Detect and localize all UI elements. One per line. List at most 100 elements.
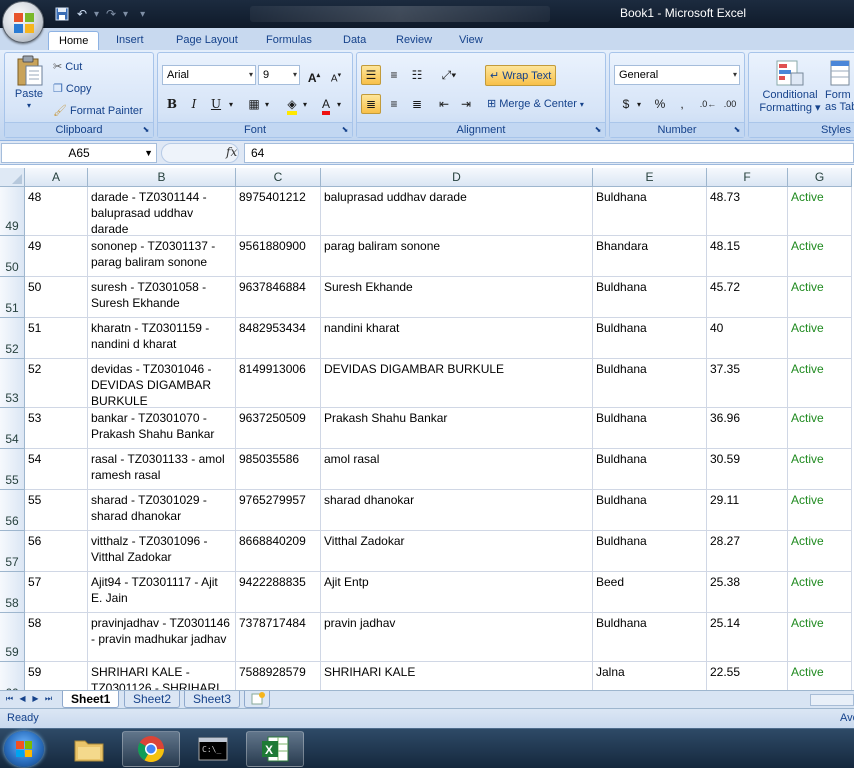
cell-g[interactable]: Active: [788, 277, 852, 318]
paste-dropdown-icon[interactable]: ▾: [27, 101, 31, 110]
increase-indent-icon[interactable]: ⇥: [456, 94, 476, 114]
cell-e[interactable]: Buldhana: [593, 531, 707, 572]
cell-b[interactable]: bankar - TZ0301070 - Prakash Shahu Banka…: [88, 408, 236, 449]
cell-e[interactable]: Buldhana: [593, 187, 707, 236]
cell-d[interactable]: Suresh Ekhande: [321, 277, 593, 318]
cell-a[interactable]: 54: [25, 449, 88, 490]
cell-b[interactable]: SHRIHARI KALE - TZ0301126 - SHRIHARI KAL…: [88, 662, 236, 690]
cell-d[interactable]: amol rasal: [321, 449, 593, 490]
cell-c[interactable]: 9637846884: [236, 277, 321, 318]
cell-a[interactable]: 56: [25, 531, 88, 572]
redo-dropdown-icon[interactable]: ▾: [123, 9, 128, 20]
cell-c[interactable]: 9422288835: [236, 572, 321, 613]
office-button[interactable]: [2, 1, 44, 43]
underline-button[interactable]: U: [206, 94, 226, 114]
cell-c[interactable]: 9765279957: [236, 490, 321, 531]
insert-function-icon[interactable]: fx: [226, 145, 237, 159]
row-header[interactable]: 55: [0, 449, 25, 490]
borders-dropdown-icon[interactable]: ▾: [262, 94, 272, 114]
cell-g[interactable]: Active: [788, 449, 852, 490]
font-name-dropdown-icon[interactable]: ▾: [249, 66, 253, 84]
decrease-indent-icon[interactable]: ⇤: [434, 94, 454, 114]
name-box[interactable]: A65 ▼: [1, 143, 157, 163]
comma-icon[interactable]: ,: [672, 94, 692, 114]
cell-g[interactable]: Active: [788, 408, 852, 449]
paste-button[interactable]: Paste ▾: [9, 55, 49, 110]
undo-icon[interactable]: ↶: [74, 6, 90, 22]
cell-d[interactable]: sharad dhanokar: [321, 490, 593, 531]
row-header[interactable]: 59: [0, 613, 25, 662]
top-align-icon[interactable]: ☰: [361, 65, 381, 85]
save-icon[interactable]: [54, 6, 70, 22]
customize-qat-icon[interactable]: ▾: [140, 9, 145, 20]
cell-e[interactable]: Buldhana: [593, 277, 707, 318]
cell-b[interactable]: sharad - TZ0301029 - sharad dhanokar: [88, 490, 236, 531]
font-size-dropdown-icon[interactable]: ▾: [293, 66, 297, 84]
cell-e[interactable]: Buldhana: [593, 613, 707, 662]
cell-a[interactable]: 51: [25, 318, 88, 359]
cell-c[interactable]: 8149913006: [236, 359, 321, 408]
first-sheet-icon[interactable]: ⏮: [4, 693, 15, 705]
bottom-align-icon[interactable]: ☷: [407, 65, 427, 85]
copy-button[interactable]: ❐ Copy: [53, 81, 92, 97]
cell-e[interactable]: Buldhana: [593, 490, 707, 531]
currency-icon[interactable]: $: [616, 94, 636, 114]
cell-d[interactable]: baluprasad uddhav darade: [321, 187, 593, 236]
percent-icon[interactable]: %: [650, 94, 670, 114]
formula-input[interactable]: 64: [244, 143, 854, 163]
tab-data[interactable]: Data: [333, 31, 376, 50]
cell-c[interactable]: 7378717484: [236, 613, 321, 662]
sheet-tab-sheet3[interactable]: Sheet3: [184, 691, 241, 708]
middle-align-icon[interactable]: ≡: [384, 65, 404, 85]
worksheet-grid[interactable]: A B C D E F G 49 48 darade - TZ0301144 - balupras…: [0, 168, 854, 690]
tab-insert[interactable]: Insert: [106, 31, 154, 50]
column-header-e[interactable]: E: [593, 168, 707, 187]
cell-f[interactable]: 45.72: [707, 277, 788, 318]
cell-d[interactable]: pravin jadhav: [321, 613, 593, 662]
font-color-dropdown-icon[interactable]: ▾: [334, 94, 344, 114]
number-launcher-icon[interactable]: ⬊: [732, 125, 742, 135]
cell-a[interactable]: 52: [25, 359, 88, 408]
cell-d[interactable]: Ajit Entp: [321, 572, 593, 613]
fill-color-icon[interactable]: ◈: [282, 94, 302, 115]
grow-font-button[interactable]: A▴: [304, 65, 324, 85]
redo-icon[interactable]: ↷: [103, 6, 119, 22]
font-launcher-icon[interactable]: ⬊: [340, 125, 350, 135]
cell-f[interactable]: 36.96: [707, 408, 788, 449]
orientation-icon[interactable]: ⤢▾: [434, 65, 464, 85]
column-header-a[interactable]: A: [25, 168, 88, 187]
cell-b[interactable]: devidas - TZ0301046 - DEVIDAS DIGAMBAR B…: [88, 359, 236, 408]
row-header[interactable]: 49: [0, 187, 25, 236]
column-header-f[interactable]: F: [707, 168, 788, 187]
cut-button[interactable]: ✂ Cut: [53, 59, 82, 75]
tab-page-layout[interactable]: Page Layout: [166, 31, 248, 50]
cell-a[interactable]: 53: [25, 408, 88, 449]
next-sheet-icon[interactable]: ▶: [30, 693, 41, 705]
cell-g[interactable]: Active: [788, 531, 852, 572]
merge-dropdown-icon[interactable]: ▾: [580, 100, 584, 109]
cell-f[interactable]: 22.55: [707, 662, 788, 690]
cell-g[interactable]: Active: [788, 490, 852, 531]
shrink-font-button[interactable]: A▾: [326, 65, 346, 85]
cell-g[interactable]: Active: [788, 613, 852, 662]
cell-f[interactable]: 37.35: [707, 359, 788, 408]
cell-e[interactable]: Buldhana: [593, 408, 707, 449]
insert-sheet-icon[interactable]: [244, 691, 270, 708]
cell-c[interactable]: 985035586: [236, 449, 321, 490]
cell-d[interactable]: Vitthal Zadokar: [321, 531, 593, 572]
borders-icon[interactable]: ▦: [244, 94, 264, 114]
italic-button[interactable]: I: [184, 94, 204, 114]
prev-sheet-icon[interactable]: ◀: [17, 693, 28, 705]
taskbar-explorer[interactable]: [60, 731, 118, 767]
align-left-icon[interactable]: ≣: [361, 94, 381, 114]
cell-f[interactable]: 48.73: [707, 187, 788, 236]
tab-view[interactable]: View: [449, 31, 493, 50]
cell-d[interactable]: DEVIDAS DIGAMBAR BURKULE: [321, 359, 593, 408]
cell-g[interactable]: Active: [788, 318, 852, 359]
cell-a[interactable]: 50: [25, 277, 88, 318]
cell-d[interactable]: nandini kharat: [321, 318, 593, 359]
cell-a[interactable]: 55: [25, 490, 88, 531]
cell-b[interactable]: sononep - TZ0301137 - parag baliram sono…: [88, 236, 236, 277]
merge-center-button[interactable]: ⊞ Merge & Center ▾: [487, 96, 584, 112]
cell-a[interactable]: 48: [25, 187, 88, 236]
